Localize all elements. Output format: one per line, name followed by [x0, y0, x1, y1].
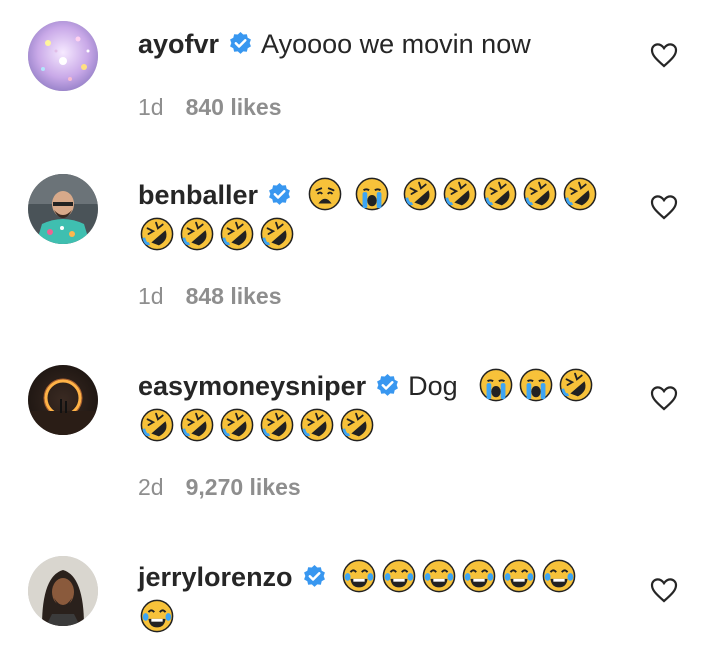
rofl-face-icon [340, 408, 374, 442]
username[interactable]: benballer [138, 180, 258, 210]
like-heart-icon[interactable] [650, 385, 678, 411]
tears-of-joy-face-icon [462, 559, 496, 593]
rofl-face-icon [180, 217, 214, 251]
loudly-crying-face-icon [355, 177, 389, 211]
avatar[interactable] [28, 174, 98, 244]
portrait-avatar-image [28, 556, 98, 626]
comment-meta: 1d 840 likes [138, 94, 282, 121]
rofl-face-icon [403, 177, 436, 211]
tears-of-joy-face-icon [140, 599, 174, 633]
tears-of-joy-face-icon [422, 559, 456, 593]
rofl-face-icon [443, 177, 476, 211]
comment-meta: 1d 848 likes [138, 283, 282, 310]
comment-meta: 2d 9,270 likes [138, 474, 301, 501]
timestamp[interactable]: 2d [138, 474, 164, 500]
rofl-face-icon [300, 408, 334, 442]
rofl-face-icon [140, 217, 174, 251]
tears-of-joy-face-icon [502, 559, 536, 593]
comment-line-continued [140, 597, 618, 637]
rofl-face-icon [260, 217, 294, 251]
comment-line-continued [140, 215, 618, 255]
comment-line: jerrylorenzo [138, 557, 618, 597]
avatar[interactable] [28, 556, 98, 626]
tears-of-joy-face-icon [342, 559, 376, 593]
verified-badge-icon [377, 374, 399, 396]
username[interactable]: jerrylorenzo [138, 562, 293, 592]
likes-count[interactable]: 840 likes [186, 94, 282, 120]
weary-face-icon [308, 177, 341, 211]
rofl-face-icon [260, 408, 294, 442]
likes-count[interactable]: 9,270 likes [186, 474, 301, 500]
rofl-face-icon [180, 408, 214, 442]
tears-of-joy-face-icon [382, 559, 416, 593]
username[interactable]: easymoneysniper [138, 371, 366, 401]
rofl-face-icon [220, 408, 254, 442]
like-heart-icon[interactable] [650, 194, 678, 220]
comment-line: benballer [138, 175, 618, 215]
man-photo-avatar-image [28, 174, 98, 244]
username[interactable]: ayofvr [138, 29, 219, 59]
loudly-crying-face-icon [479, 368, 513, 402]
likes-count[interactable]: 848 likes [186, 283, 282, 309]
sunset-ring-avatar-image [28, 365, 98, 435]
comment-line: easymoneysniper Dog [138, 366, 618, 406]
comment-line: ayofvr Ayoooo we movin now [138, 24, 618, 64]
rofl-face-icon [523, 177, 556, 211]
like-heart-icon[interactable] [650, 42, 678, 68]
timestamp[interactable]: 1d [138, 94, 164, 120]
rofl-face-icon [483, 177, 516, 211]
verified-badge-icon [303, 565, 325, 587]
verified-badge-icon [269, 183, 290, 205]
tears-of-joy-face-icon [542, 559, 576, 593]
rofl-face-icon [220, 217, 254, 251]
rofl-face-icon [563, 177, 596, 211]
avatar[interactable] [28, 21, 98, 91]
like-heart-icon[interactable] [650, 577, 678, 603]
sparkle-avatar-image [28, 21, 98, 91]
comment-line-continued [140, 406, 618, 446]
verified-badge-icon [230, 32, 251, 54]
timestamp[interactable]: 1d [138, 283, 164, 309]
rofl-face-icon [140, 408, 174, 442]
rofl-face-icon [559, 368, 593, 402]
comment-text: Dog [408, 371, 458, 401]
avatar[interactable] [28, 365, 98, 435]
comment-text: Ayoooo we movin now [261, 29, 531, 59]
loudly-crying-face-icon [519, 368, 553, 402]
